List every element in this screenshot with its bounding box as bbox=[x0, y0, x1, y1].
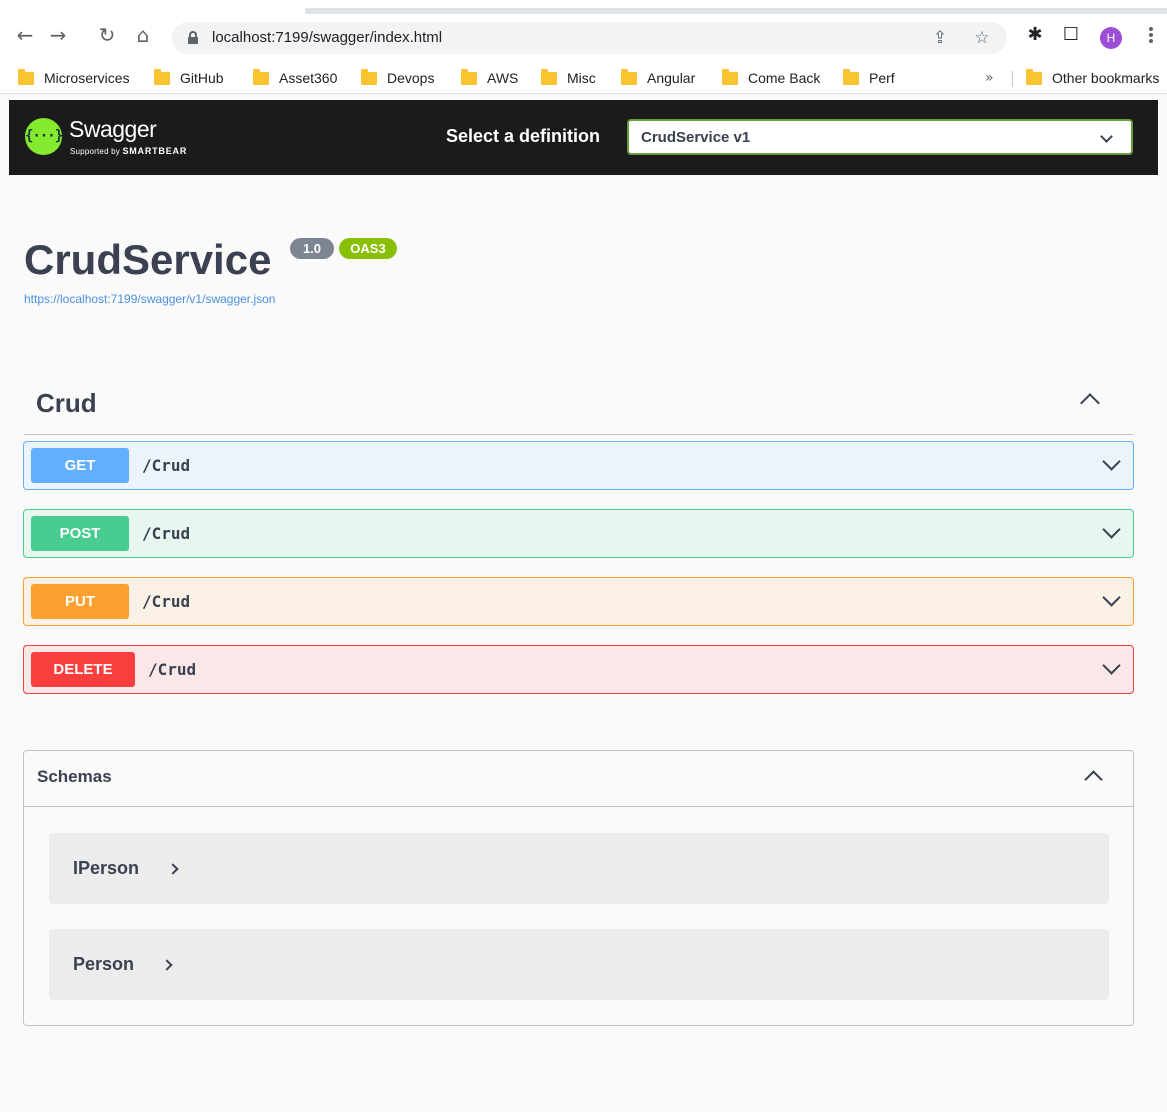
bookmark-label: Come Back bbox=[748, 70, 821, 86]
method-badge: PUT bbox=[31, 584, 129, 619]
home-icon[interactable]: ⌂ bbox=[132, 24, 154, 46]
tab-strip bbox=[305, 8, 1167, 14]
operation-path: /Crud bbox=[142, 592, 191, 611]
logo-title[interactable]: Swagger bbox=[69, 116, 157, 143]
chevron-up-icon[interactable] bbox=[1080, 393, 1100, 413]
selected-definition: CrudService v1 bbox=[641, 129, 751, 146]
bookmark-label: Other bookmarks bbox=[1052, 70, 1160, 86]
method-badge: DELETE bbox=[31, 652, 135, 687]
share-icon[interactable]: ⇪ bbox=[930, 28, 950, 48]
chevron-down-icon[interactable] bbox=[1102, 588, 1121, 607]
bookmark-label: Devops bbox=[387, 70, 435, 86]
method-badge: POST bbox=[31, 516, 129, 551]
schema-model-iperson[interactable]: IPerson bbox=[49, 833, 1109, 904]
folder-icon bbox=[1026, 68, 1042, 85]
bookmark-other[interactable]: Other bookmarks bbox=[1026, 68, 1159, 88]
chevron-right-icon bbox=[161, 959, 173, 971]
bookmark-label: Microservices bbox=[44, 70, 130, 86]
side-panel-icon[interactable]: ☐ bbox=[1060, 24, 1082, 46]
chevron-down-icon[interactable] bbox=[1102, 656, 1121, 675]
folder-icon bbox=[541, 68, 557, 85]
folder-icon bbox=[843, 68, 859, 85]
chevron-up-icon[interactable] bbox=[1084, 770, 1103, 789]
lock-icon[interactable] bbox=[188, 31, 198, 44]
swagger-logo-icon[interactable]: {···} bbox=[25, 118, 63, 155]
select-definition-label: Select a definition bbox=[446, 126, 601, 146]
bookmarks-divider bbox=[1012, 71, 1013, 87]
chevron-down-icon bbox=[1100, 130, 1113, 143]
chevron-right-icon bbox=[167, 863, 179, 875]
divider bbox=[24, 434, 1133, 435]
reload-icon[interactable]: ↻ bbox=[96, 24, 118, 46]
bookmark-github[interactable]: GitHub bbox=[154, 68, 224, 88]
page-title: CrudService bbox=[24, 236, 272, 283]
url-text[interactable]: localhost:7199/swagger/index.html bbox=[212, 29, 442, 46]
bookmark-asset360[interactable]: Asset360 bbox=[253, 68, 337, 88]
operation-get[interactable]: GET /Crud bbox=[23, 441, 1134, 490]
bookmarks-overflow-icon[interactable]: » bbox=[985, 70, 994, 86]
back-icon[interactable]: ← bbox=[14, 24, 36, 46]
tag-title[interactable]: Crud bbox=[36, 388, 97, 419]
swagger-topbar: {···} Swagger Supported by SMARTBEAR Sel… bbox=[9, 100, 1158, 175]
model-name: IPerson bbox=[73, 858, 140, 878]
bookmarks-bar: Microservices GitHub Asset360 Devops AWS… bbox=[0, 62, 1167, 94]
method-badge: GET bbox=[31, 448, 129, 483]
definition-select[interactable]: CrudService v1 bbox=[627, 119, 1133, 155]
operation-path: /Crud bbox=[142, 524, 191, 543]
browser-toolbar: ← → ↻ ⌂ localhost:7199/swagger/index.htm… bbox=[0, 0, 1167, 62]
bookmark-devops[interactable]: Devops bbox=[361, 68, 434, 88]
model-name: Person bbox=[73, 954, 135, 974]
chevron-down-icon[interactable] bbox=[1102, 452, 1121, 471]
version-badge: 1.0 bbox=[290, 238, 334, 259]
menu-icon[interactable] bbox=[1148, 25, 1154, 45]
star-icon[interactable]: ☆ bbox=[972, 28, 992, 48]
schema-model-person[interactable]: Person bbox=[49, 929, 1109, 1000]
folder-icon bbox=[253, 68, 269, 85]
folder-icon bbox=[361, 68, 377, 85]
bookmark-label: Perf bbox=[869, 70, 895, 86]
operation-post[interactable]: POST /Crud bbox=[23, 509, 1134, 558]
operation-path: /Crud bbox=[148, 660, 197, 679]
address-bar[interactable]: localhost:7199/swagger/index.html ⇪ ☆ bbox=[172, 22, 1007, 54]
bookmark-aws[interactable]: AWS bbox=[461, 68, 518, 88]
bookmark-angular[interactable]: Angular bbox=[621, 68, 695, 88]
logo-subtitle-prefix: Supported by bbox=[70, 147, 120, 156]
folder-icon bbox=[621, 68, 637, 85]
folder-icon bbox=[18, 68, 34, 85]
bookmark-label: Asset360 bbox=[279, 70, 338, 86]
forward-icon[interactable]: → bbox=[47, 24, 69, 46]
bookmark-label: Misc bbox=[567, 70, 596, 86]
spec-url-link[interactable]: https://localhost:7199/swagger/v1/swagge… bbox=[24, 292, 275, 306]
bookmark-perf[interactable]: Perf bbox=[843, 68, 895, 88]
avatar[interactable]: H bbox=[1100, 27, 1122, 49]
bookmark-label: GitHub bbox=[180, 70, 224, 86]
logo-subtitle: Supported by SMARTBEAR bbox=[70, 146, 187, 156]
extensions-icon[interactable]: ✱ bbox=[1024, 24, 1046, 46]
operation-path: /Crud bbox=[142, 456, 191, 475]
chevron-down-icon[interactable] bbox=[1102, 520, 1121, 539]
bookmark-microservices[interactable]: Microservices bbox=[18, 68, 130, 88]
operation-put[interactable]: PUT /Crud bbox=[23, 577, 1134, 626]
schemas-header[interactable]: Schemas bbox=[24, 751, 1133, 807]
folder-icon bbox=[722, 68, 738, 85]
logo-subtitle-brand: SMARTBEAR bbox=[122, 146, 188, 156]
bookmark-come-back[interactable]: Come Back bbox=[722, 68, 820, 88]
bookmark-label: AWS bbox=[487, 70, 519, 86]
bookmark-label: Angular bbox=[647, 70, 696, 86]
schemas-section: Schemas IPerson Person bbox=[23, 750, 1134, 1026]
folder-icon bbox=[154, 68, 170, 85]
operation-delete[interactable]: DELETE /Crud bbox=[23, 645, 1134, 694]
folder-icon bbox=[461, 68, 477, 85]
bookmark-misc[interactable]: Misc bbox=[541, 68, 596, 88]
oas-badge: OAS3 bbox=[339, 238, 397, 259]
schemas-title: Schemas bbox=[37, 767, 112, 786]
